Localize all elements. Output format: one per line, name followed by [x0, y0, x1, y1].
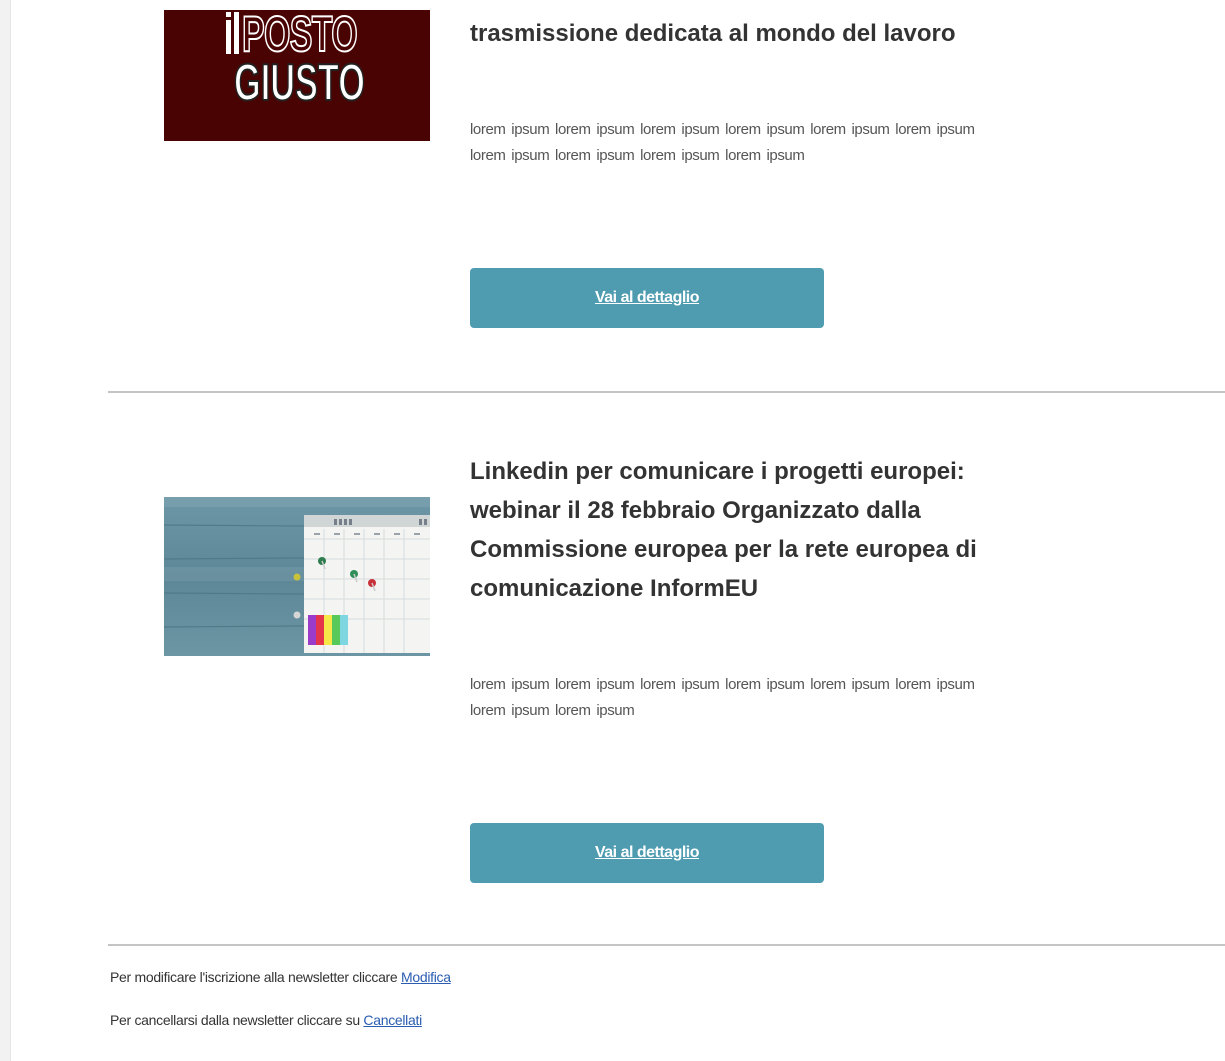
article-summary: lorem ipsum lorem ipsum lorem ipsum lore… — [470, 676, 975, 719]
footer-cancel-line: Per cancellarsi dalla newsletter cliccar… — [110, 1012, 422, 1028]
article-thumbnail-calendar-photo[interactable] — [164, 497, 430, 656]
article-title: Linkedin per comunicare i progetti europ… — [470, 458, 977, 602]
detail-button[interactable]: Vai al dettaglio — [470, 823, 824, 883]
footer-divider — [108, 944, 1225, 946]
article-thumbnail-posto-giusto-logo[interactable]: POSTO GIUSTO — [164, 10, 430, 141]
detail-button[interactable]: Vai al dettaglio — [470, 268, 824, 328]
modify-subscription-link[interactable]: Modifica — [401, 969, 451, 985]
page-edge — [0, 0, 11, 1061]
logo-text-bottom: GIUSTO — [233, 54, 365, 112]
article-title: trasmissione dedicata al mondo del lavor… — [470, 20, 956, 47]
calendar-image — [164, 497, 430, 653]
footer-modify-line: Per modificare l'iscrizione alla newslet… — [110, 969, 451, 985]
unsubscribe-link[interactable]: Cancellati — [363, 1012, 422, 1028]
logo-text-top: POSTO — [241, 10, 358, 62]
article-divider — [108, 391, 1225, 393]
article-summary: lorem ipsum lorem ipsum lorem ipsum lore… — [470, 121, 975, 164]
footer-modify-text: Per modificare l'iscrizione alla newslet… — [110, 969, 398, 985]
logo-il-mark — [226, 12, 239, 54]
footer-cancel-text: Per cancellarsi dalla newsletter cliccar… — [110, 1012, 360, 1028]
